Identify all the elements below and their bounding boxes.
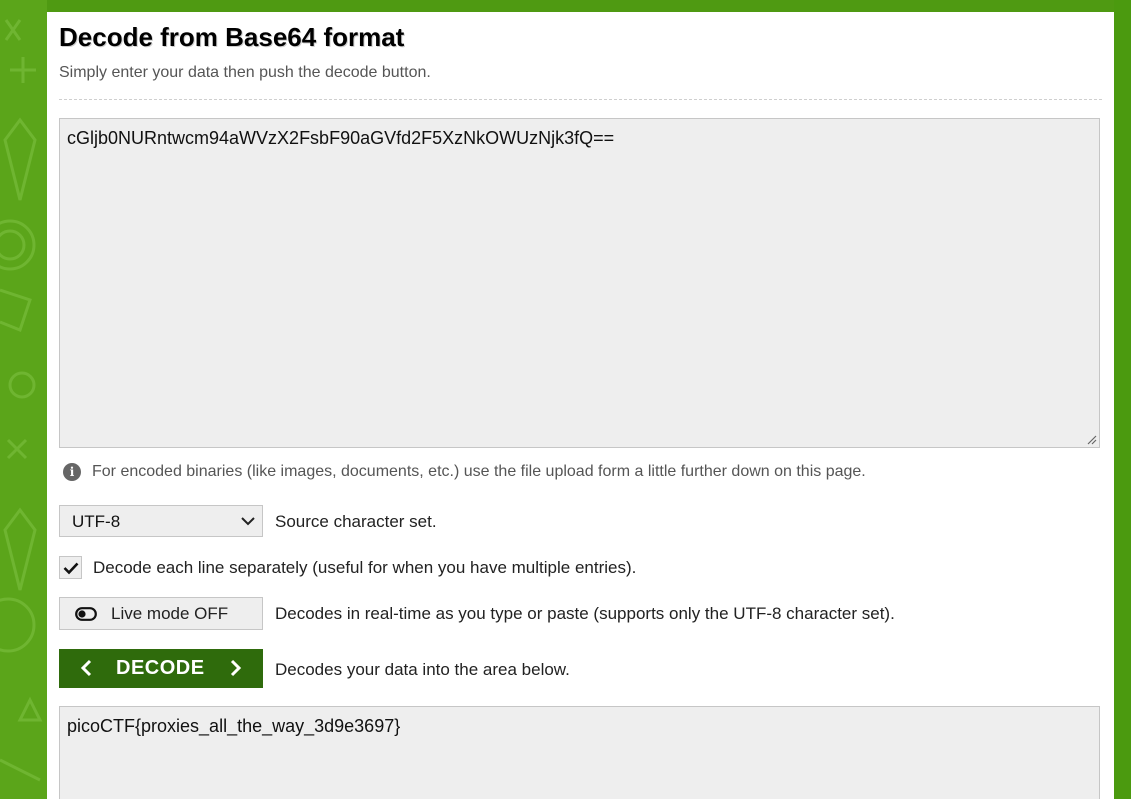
- decoder-panel: Decode from Base64 format Simply enter y…: [47, 12, 1114, 799]
- decode-button-label: DECODE: [116, 657, 205, 679]
- decode-each-line-checkbox[interactable]: [59, 556, 82, 579]
- checkmark-icon: [63, 562, 79, 575]
- info-text: For encoded binaries (like images, docum…: [92, 463, 866, 480]
- charset-label: Source character set.: [275, 512, 437, 531]
- live-mode-label: Live mode OFF: [111, 604, 229, 623]
- info-note: i For encoded binaries (like images, doc…: [63, 463, 866, 481]
- charset-selected-value: UTF-8: [72, 512, 121, 531]
- chevron-left-icon: [80, 659, 92, 677]
- decode-description: Decodes your data into the area below.: [275, 660, 570, 679]
- output-text: picoCTF{proxies_all_the_way_3d9e3697}: [67, 716, 401, 736]
- toggle-off-icon: [75, 607, 97, 621]
- divider: [59, 99, 1102, 100]
- page-title: Decode from Base64 format: [59, 22, 405, 52]
- decode-each-line-label: Decode each line separately (useful for …: [93, 558, 637, 577]
- top-border: [47, 0, 1114, 12]
- live-mode-toggle-button[interactable]: Live mode OFF: [59, 597, 263, 630]
- right-border: [1114, 0, 1131, 799]
- chevron-down-icon: [241, 517, 255, 526]
- live-mode-description: Decodes in real-time as you type or past…: [275, 604, 895, 623]
- info-icon: i: [63, 463, 81, 481]
- resize-grip-icon[interactable]: [1085, 433, 1097, 445]
- base64-input-textarea[interactable]: cGljb0NURntwcm94aWVzX2FsbF90aGVfd2F5XzNk…: [59, 118, 1100, 448]
- decode-button[interactable]: DECODE: [59, 649, 263, 688]
- input-text: cGljb0NURntwcm94aWVzX2FsbF90aGVfd2F5XzNk…: [67, 128, 615, 148]
- page-subtitle: Simply enter your data then push the dec…: [59, 64, 431, 81]
- chevron-right-icon: [230, 659, 242, 677]
- decoded-output-textarea[interactable]: picoCTF{proxies_all_the_way_3d9e3697}: [59, 706, 1100, 799]
- charset-select[interactable]: UTF-8: [59, 505, 263, 537]
- background-pattern: [0, 0, 47, 799]
